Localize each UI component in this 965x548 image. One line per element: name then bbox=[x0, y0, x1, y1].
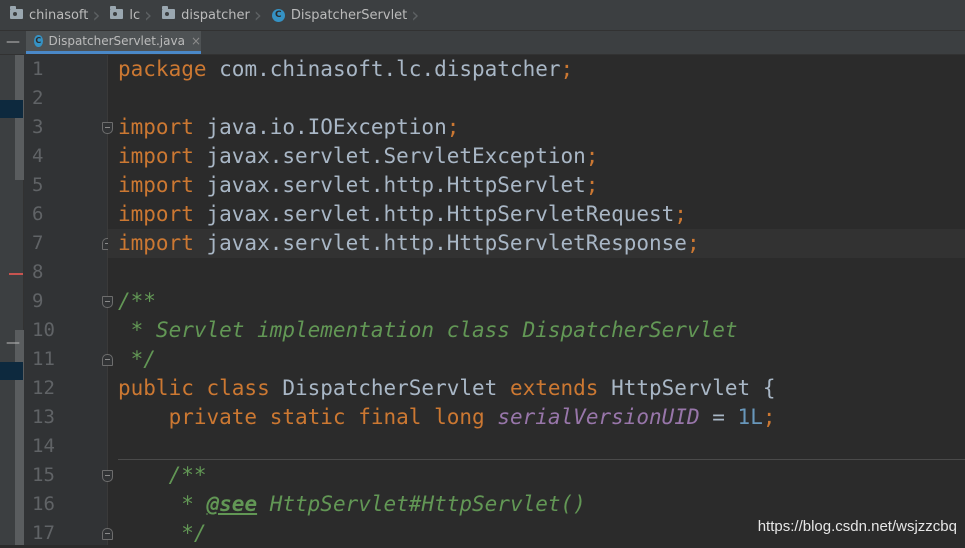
code-token: * bbox=[118, 492, 207, 516]
breadcrumb-item-dispatcherservlet[interactable]: C DispatcherServlet › bbox=[262, 0, 419, 31]
code-token: ; bbox=[585, 144, 599, 168]
line-number: 14 bbox=[32, 435, 55, 457]
code-token: import bbox=[118, 202, 194, 226]
code-token: extends bbox=[509, 376, 599, 400]
line-number-gutter: 1 2 3 4 5 6 7 8 9 10 11 12 13 14 15 16 17 bbox=[24, 55, 113, 545]
collapse-icon[interactable]: — bbox=[6, 34, 20, 50]
chevron-right-icon: › bbox=[253, 2, 262, 27]
tab-dispatcherservlet-java[interactable]: C DispatcherServlet.java × bbox=[26, 31, 201, 54]
code-line: import javax.servlet.ServletException; bbox=[118, 142, 598, 171]
code-line: public class DispatcherServlet extends H… bbox=[118, 374, 775, 403]
code-line: */ bbox=[118, 519, 207, 545]
code-token: java.io.IOException bbox=[193, 115, 447, 139]
code-token: javax.servlet.ServletException bbox=[193, 144, 586, 168]
line-number: 9 bbox=[32, 290, 44, 312]
breadcrumb-label: DispatcherServlet bbox=[290, 7, 408, 23]
class-icon: C bbox=[271, 8, 285, 22]
code-token: public class bbox=[118, 376, 270, 400]
code-token: serialVersionUID bbox=[497, 405, 700, 429]
code-token: import bbox=[118, 173, 194, 197]
breadcrumb-label: dispatcher bbox=[181, 7, 250, 23]
breadcrumb-label: chinasoft bbox=[29, 7, 89, 23]
code-line: /** bbox=[118, 461, 207, 490]
code-token: import bbox=[118, 231, 194, 255]
code-line: */ bbox=[118, 345, 156, 374]
line-number: 3 bbox=[32, 116, 44, 138]
code-token: ; bbox=[560, 57, 574, 81]
chevron-right-icon: › bbox=[144, 2, 153, 27]
breadcrumb-item-dispatcher[interactable]: dispatcher › bbox=[152, 0, 262, 31]
code-token: */ bbox=[118, 521, 207, 545]
line-number: 16 bbox=[32, 493, 55, 515]
code-line: import java.io.IOException; bbox=[118, 113, 459, 142]
folder-icon bbox=[162, 6, 176, 19]
line-number: 13 bbox=[32, 406, 55, 428]
line-number: 10 bbox=[32, 319, 55, 341]
code-line: package com.chinasoft.lc.dispatcher; bbox=[118, 55, 573, 84]
code-token: = bbox=[699, 405, 738, 429]
breadcrumb-label: lc bbox=[129, 7, 141, 23]
folder-icon bbox=[10, 6, 23, 19]
breadcrumb-item-chinasoft[interactable]: chinasoft › bbox=[0, 0, 100, 31]
line-number: 17 bbox=[32, 522, 55, 544]
code-line: * @see HttpServlet#HttpServlet() bbox=[118, 490, 586, 519]
code-line: private static final long serialVersionU… bbox=[118, 403, 776, 432]
code-editor[interactable]: package com.chinasoft.lc.dispatcher; impo… bbox=[108, 55, 965, 545]
code-token: javax.servlet.http.HttpServletResponse bbox=[193, 231, 687, 255]
editor-tab-bar: — C DispatcherServlet.java × bbox=[0, 31, 965, 55]
chevron-right-icon: › bbox=[92, 2, 101, 27]
code-token: /** bbox=[118, 289, 156, 313]
code-token: com.chinasoft.lc.dispatcher bbox=[206, 57, 561, 81]
code-token: */ bbox=[118, 347, 156, 371]
line-number: 5 bbox=[32, 174, 44, 196]
code-token: 1L bbox=[737, 405, 763, 429]
line-number: 8 bbox=[32, 261, 44, 283]
code-token: @see bbox=[206, 492, 258, 516]
line-number: 15 bbox=[32, 464, 55, 486]
close-icon[interactable]: × bbox=[191, 34, 201, 48]
code-token: import bbox=[118, 115, 194, 139]
line-number: 2 bbox=[32, 87, 44, 109]
code-line: import javax.servlet.http.HttpServletReq… bbox=[118, 200, 687, 229]
code-token: DispatcherServlet bbox=[269, 376, 510, 400]
line-number: 12 bbox=[32, 377, 55, 399]
line-number: 6 bbox=[32, 203, 44, 225]
code-line: import javax.servlet.http.HttpServletRes… bbox=[118, 229, 700, 258]
code-line: * Servlet implementation class Dispatche… bbox=[118, 316, 738, 345]
code-token: ; bbox=[674, 202, 687, 226]
line-number: 11 bbox=[32, 348, 55, 370]
tab-label: DispatcherServlet.java bbox=[48, 34, 185, 48]
code-token: ; bbox=[446, 115, 460, 139]
line-number: 1 bbox=[32, 58, 44, 80]
line-number: 4 bbox=[32, 145, 44, 167]
line-number: 7 bbox=[32, 232, 44, 254]
code-token: import bbox=[118, 144, 194, 168]
code-token: ; bbox=[762, 405, 776, 429]
code-token: javax.servlet.http.HttpServlet bbox=[193, 173, 586, 197]
code-token: ; bbox=[585, 173, 599, 197]
method-separator bbox=[118, 459, 965, 460]
watermark: https://blog.csdn.net/wsjzzcbq bbox=[757, 518, 957, 535]
folder-icon bbox=[110, 6, 124, 19]
code-token: * Servlet implementation class Dispatche… bbox=[118, 318, 738, 342]
structure-selected-row[interactable] bbox=[0, 100, 23, 118]
code-line: /** bbox=[118, 287, 156, 316]
breadcrumb-item-lc[interactable]: lc › bbox=[100, 0, 152, 31]
class-icon: C bbox=[34, 35, 43, 47]
breadcrumb: chinasoft › lc › dispatcher › C Dispatch… bbox=[0, 0, 965, 31]
chevron-right-icon: › bbox=[411, 2, 420, 27]
error-marker bbox=[9, 273, 23, 275]
code-token: private static final long bbox=[118, 405, 485, 429]
code-token: javax.servlet.http.HttpServletRequest bbox=[193, 202, 675, 226]
collapse-icon[interactable]: — bbox=[6, 335, 20, 351]
project-selected-row[interactable] bbox=[0, 362, 23, 380]
code-token: HttpServlet { bbox=[598, 376, 776, 400]
code-token: ; bbox=[686, 231, 700, 255]
code-token: /** bbox=[118, 463, 207, 487]
code-token: HttpServlet#HttpServlet() bbox=[257, 492, 586, 516]
code-token: package bbox=[118, 57, 207, 81]
left-tool-strip: — bbox=[0, 55, 24, 545]
code-line: import javax.servlet.http.HttpServlet; bbox=[118, 171, 598, 200]
